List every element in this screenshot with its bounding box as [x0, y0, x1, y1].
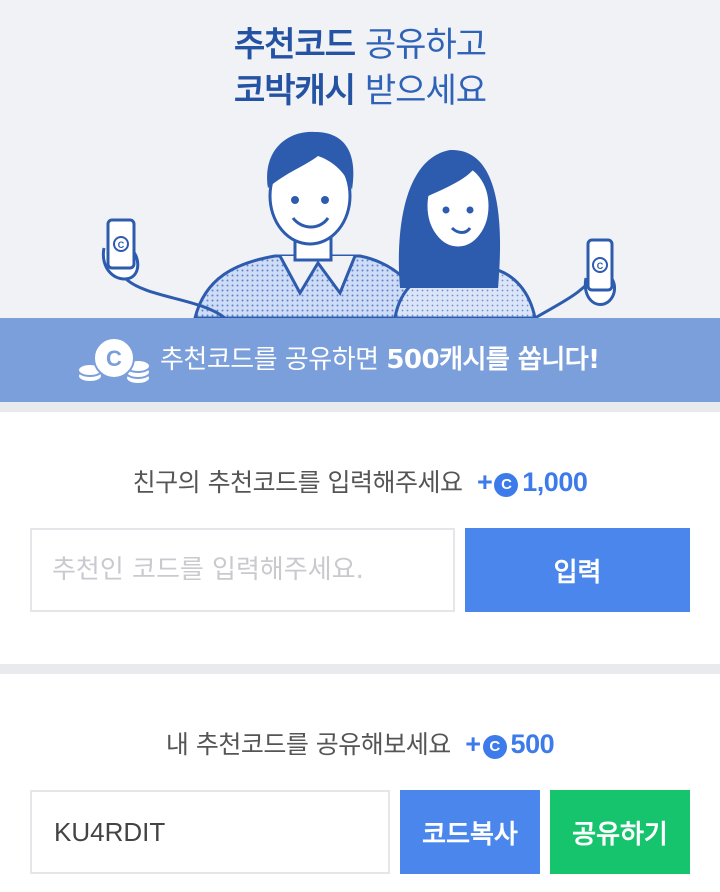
- reward-plus: +: [465, 729, 481, 759]
- coin-icon: C: [482, 735, 507, 759]
- headline-line1-rest: 공유하고: [355, 25, 487, 65]
- section-divider: [0, 402, 720, 412]
- share-code-reward: + C 500: [458, 729, 555, 759]
- banner-text-prefix: 추천코드를 공유하면: [160, 345, 387, 375]
- reward-amount: 1,000: [522, 467, 588, 497]
- headline-line2-strong: 코박캐시: [233, 71, 356, 111]
- hero-section: 추천코드 공유하고 코박캐시 받으세요 C C: [0, 0, 720, 318]
- reward-amount: 500: [510, 729, 555, 759]
- submit-code-button[interactable]: 입력: [465, 528, 690, 612]
- my-code-field[interactable]: KU4RDIT: [30, 790, 390, 874]
- enter-code-title: 친구의 추천코드를 입력해주세요 + C 1,000: [0, 463, 720, 499]
- enter-code-title-text: 친구의 추천코드를 입력해주세요: [132, 468, 463, 497]
- share-code-title-text: 내 추천코드를 공유해보세요: [165, 730, 451, 759]
- svg-text:C: C: [106, 346, 122, 371]
- reward-banner: C 추천코드를 공유하면 500캐시를 쏩니다!: [0, 318, 720, 402]
- hero-headline: 추천코드 공유하고 코박캐시 받으세요: [0, 22, 720, 114]
- banner-text: 추천코드를 공유하면 500캐시를 쏩니다!: [160, 318, 600, 402]
- my-code-value: KU4RDIT: [54, 816, 166, 847]
- enter-code-reward: + C 1,000: [470, 467, 588, 497]
- coins-icon: C: [77, 337, 151, 385]
- section-divider: [0, 664, 720, 674]
- svg-text:C: C: [597, 261, 604, 271]
- referral-code-input-box: [30, 528, 455, 612]
- share-button[interactable]: 공유하기: [550, 790, 690, 874]
- friends-illustration: C C: [101, 131, 616, 318]
- svg-text:C: C: [118, 240, 125, 250]
- share-code-title: 내 추천코드를 공유해보세요 + C 500: [0, 725, 720, 761]
- headline-line2-rest: 받으세요: [355, 71, 487, 111]
- coin-icon: C: [494, 473, 519, 497]
- referral-code-input[interactable]: [32, 530, 453, 610]
- banner-text-bold: 500캐시를 쏩니다!: [386, 345, 600, 375]
- copy-code-button[interactable]: 코드복사: [400, 790, 540, 874]
- headline-line1-strong: 추천코드: [233, 25, 356, 65]
- reward-plus: +: [477, 467, 493, 497]
